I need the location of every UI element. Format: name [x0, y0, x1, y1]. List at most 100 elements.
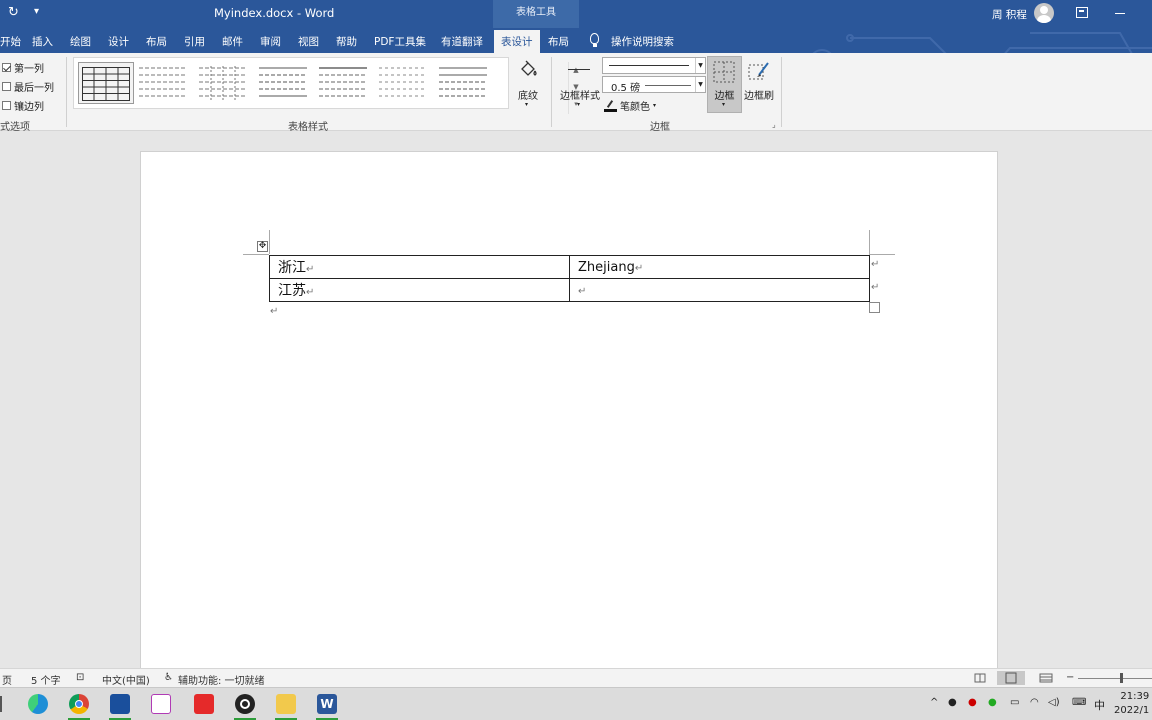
tab-table-layout[interactable]: 布局 [548, 34, 569, 49]
status-language[interactable]: 中文(中国) [102, 672, 150, 687]
table-style-header-thumb[interactable] [316, 62, 372, 104]
tab-youdao-translate[interactable]: 有道翻译 [441, 34, 483, 49]
proofing-icon[interactable]: ⊡ [76, 672, 84, 683]
border-styles-label: 边框样式 [560, 91, 600, 102]
table-cell[interactable]: 浙江↵ [269, 255, 570, 279]
borders-dropdown-icon: ▾ [722, 101, 726, 108]
tab-mailings[interactable]: 邮件 [222, 34, 243, 49]
banded-columns-checkbox[interactable] [2, 101, 11, 110]
clock-date: 2022/1 [1114, 705, 1150, 716]
chrome-browser-icon[interactable] [69, 694, 89, 714]
borders-grid-icon [713, 61, 735, 83]
line-weight-select[interactable]: 0.5 磅 ▼ [602, 76, 706, 94]
status-accessibility[interactable]: 辅助功能: 一切就绪 [178, 672, 265, 687]
tab-design[interactable]: 设计 [108, 34, 129, 49]
pen-color-button[interactable]: 笔颜色 ▾ [604, 98, 656, 113]
row-end-mark: ↵ [871, 282, 880, 293]
line-style-dropdown-icon[interactable]: ▼ [695, 58, 705, 73]
zoom-slider[interactable] [1078, 678, 1152, 679]
table-cell[interactable]: 江苏↵ [269, 278, 570, 302]
status-bar: 页 5 个字 ⊡ 中文(中国) ♿ 辅助功能: 一切就绪 − [0, 668, 1152, 687]
option-first-column[interactable]: 第一列 [2, 60, 44, 75]
border-styles-button[interactable]: 边框样式 ▾ [558, 59, 602, 111]
table-style-plain-thumb[interactable] [136, 62, 192, 104]
tab-home[interactable]: 开始 [0, 34, 21, 49]
option-last-column[interactable]: 最后一列 [2, 79, 54, 94]
cell-end-mark: ↵ [306, 264, 315, 275]
network-icon[interactable]: ◠ [1030, 697, 1039, 708]
last-column-checkbox[interactable] [2, 82, 11, 91]
shading-button[interactable]: 底纹 ▾ [515, 59, 541, 109]
qq-icon[interactable]: ● [968, 697, 977, 708]
lightbulb-icon [590, 33, 599, 47]
web-layout-view-icon[interactable] [1032, 671, 1060, 685]
obs-studio-icon[interactable] [235, 694, 255, 714]
accessibility-icon: ♿ [164, 672, 173, 683]
tab-table-design[interactable]: 表设计 [494, 30, 540, 53]
border-painter-button[interactable]: 边框刷 [743, 59, 775, 111]
status-word-count[interactable]: 5 个字 [31, 672, 61, 687]
tab-pdf-tools[interactable]: PDF工具集 [374, 34, 426, 49]
table-row: 江苏↵ ↵ [269, 278, 870, 302]
tab-layout[interactable]: 布局 [146, 34, 167, 49]
margin-guide [869, 230, 870, 254]
tab-insert[interactable]: 插入 [32, 34, 53, 49]
system-clock[interactable]: 21:39 2022/1 [1114, 690, 1149, 718]
borders-button[interactable]: 边框 ▾ [707, 56, 742, 113]
table-cell[interactable]: ↵ [569, 278, 870, 302]
wechat-icon[interactable]: ● [988, 697, 997, 708]
keyboard-icon[interactable]: ⌨ [1072, 697, 1086, 708]
autosave-refresh-icon[interactable]: ↻ [8, 5, 19, 20]
line-style-select[interactable]: ▼ [602, 57, 706, 74]
tab-view[interactable]: 视图 [298, 34, 319, 49]
ime-indicator[interactable]: 中 [1094, 697, 1105, 713]
user-name[interactable]: 周 积程 [992, 7, 1027, 22]
document-title: Myindex.docx - Word [214, 6, 335, 20]
line-weight-preview [645, 85, 691, 86]
table-cell[interactable]: Zhejiang↵ [569, 255, 870, 279]
wifi-tool-icon[interactable] [151, 694, 171, 714]
border-painter-icon [748, 62, 769, 80]
table-style-lines-thumb[interactable] [256, 62, 312, 104]
line-weight-dropdown-icon[interactable]: ▼ [695, 77, 705, 92]
zoom-out-icon[interactable]: − [1066, 672, 1074, 683]
table-style-grid-thumb[interactable] [78, 62, 134, 104]
user-avatar-icon[interactable] [1034, 3, 1054, 23]
start-edge [0, 696, 2, 712]
print-layout-view-icon[interactable] [997, 671, 1025, 685]
edge-browser-icon[interactable] [28, 694, 48, 714]
table-style-accent-thumb[interactable] [436, 62, 492, 104]
status-page[interactable]: 页 [2, 672, 12, 687]
table-style-dotted-thumb[interactable] [376, 62, 432, 104]
table-resize-handle[interactable] [869, 302, 880, 313]
table-move-handle-icon[interactable]: ✥ [257, 241, 268, 252]
quick-access-dropdown-icon[interactable]: ▾ [34, 6, 39, 17]
word-app-icon[interactable]: W [317, 694, 337, 714]
file-explorer-icon[interactable] [276, 694, 296, 714]
line-style-preview [609, 65, 689, 66]
row-end-mark: ↵ [871, 259, 880, 270]
tab-draw[interactable]: 绘图 [70, 34, 91, 49]
table-tools-context-label: 表格工具 [493, 0, 579, 28]
borders-dialog-launcher-icon[interactable]: ⌟ [772, 120, 776, 129]
tab-review[interactable]: 审阅 [260, 34, 281, 49]
isp-app-icon[interactable] [110, 694, 130, 714]
tab-references[interactable]: 引用 [184, 34, 205, 49]
option-banded-columns[interactable]: 镶边列 [2, 98, 44, 113]
table-style-light-thumb[interactable] [196, 62, 252, 104]
read-mode-view-icon[interactable] [966, 671, 994, 685]
first-column-checkbox[interactable] [2, 63, 11, 72]
minimize-icon[interactable] [1115, 13, 1125, 14]
ribbon-display-options-icon[interactable] [1076, 7, 1088, 18]
volume-icon[interactable]: ◁) [1048, 697, 1060, 708]
pen-color-dropdown-icon: ▾ [653, 102, 657, 109]
microphone-icon[interactable]: ● [948, 697, 957, 708]
document-area [0, 131, 1152, 691]
tell-me-search[interactable]: 操作说明搜索 [611, 34, 674, 49]
youdao-app-icon[interactable] [194, 694, 214, 714]
tray-expand-icon[interactable]: ^ [930, 697, 938, 708]
paragraph-mark: ↵ [270, 306, 279, 317]
battery-icon[interactable]: ▭ [1010, 697, 1019, 708]
tab-help[interactable]: 帮助 [336, 34, 357, 49]
zoom-slider-thumb[interactable] [1120, 673, 1123, 683]
